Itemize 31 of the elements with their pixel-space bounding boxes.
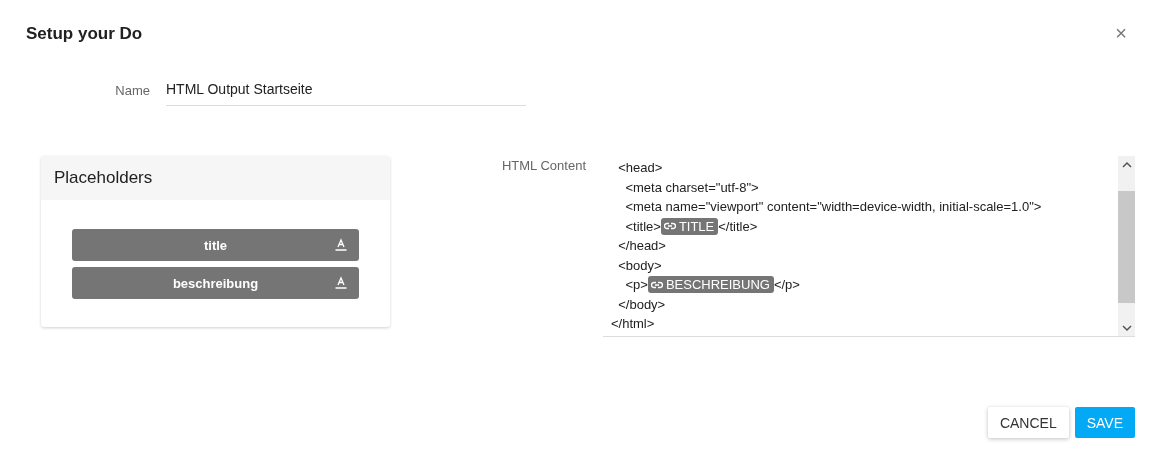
dialog-title: Setup your Do — [26, 23, 143, 44]
text-format-icon — [335, 238, 347, 251]
name-label: Name — [114, 83, 150, 98]
scroll-up-icon[interactable] — [1121, 161, 1132, 168]
scroll-down-icon[interactable] — [1121, 325, 1132, 332]
cancel-button[interactable]: CANCEL — [987, 407, 1069, 438]
code-text: </p> — [773, 277, 800, 293]
close-button[interactable]: × — [1107, 22, 1135, 45]
scroll-thumb[interactable] — [1118, 190, 1135, 303]
code-text: <meta charset="utf-8"> — [624, 179, 759, 195]
code-editor[interactable]: <head> <meta charset="utf-8"> <meta name="viewport" content="width=device-width, initial-scale=1.0"> <title> TITLE </title> </head> <body> <p> BESCHREIBUNG </p> </body> </html> — [603, 156, 1135, 337]
placeholder-tag: TITLE — [660, 217, 719, 235]
code-text: </body> — [617, 296, 666, 312]
code-text: <body> — [617, 257, 662, 273]
code-text: </head> — [617, 238, 666, 254]
code-text: </title> — [718, 218, 758, 234]
placeholder-button[interactable]: beschreibung — [72, 267, 359, 299]
link-icon — [650, 280, 663, 289]
code-text: <meta name="viewport" content="width=device-width, initial-scale=1.0"> — [624, 199, 1042, 215]
code-text: </html> — [611, 316, 655, 332]
code-text: <title> — [624, 218, 661, 234]
save-button[interactable]: SAVE — [1074, 407, 1135, 438]
html-content-label: HTML Content — [500, 158, 586, 173]
placeholder-button[interactable]: title — [72, 229, 359, 261]
text-format-icon — [335, 276, 347, 289]
code-text: <head> — [617, 160, 663, 176]
link-icon — [663, 222, 676, 231]
placeholder-tag: BESCHREIBUNG — [647, 276, 774, 294]
code-text: <p> — [624, 277, 648, 293]
scrollbar[interactable] — [1118, 156, 1135, 336]
card-title: Placeholders — [54, 168, 153, 188]
